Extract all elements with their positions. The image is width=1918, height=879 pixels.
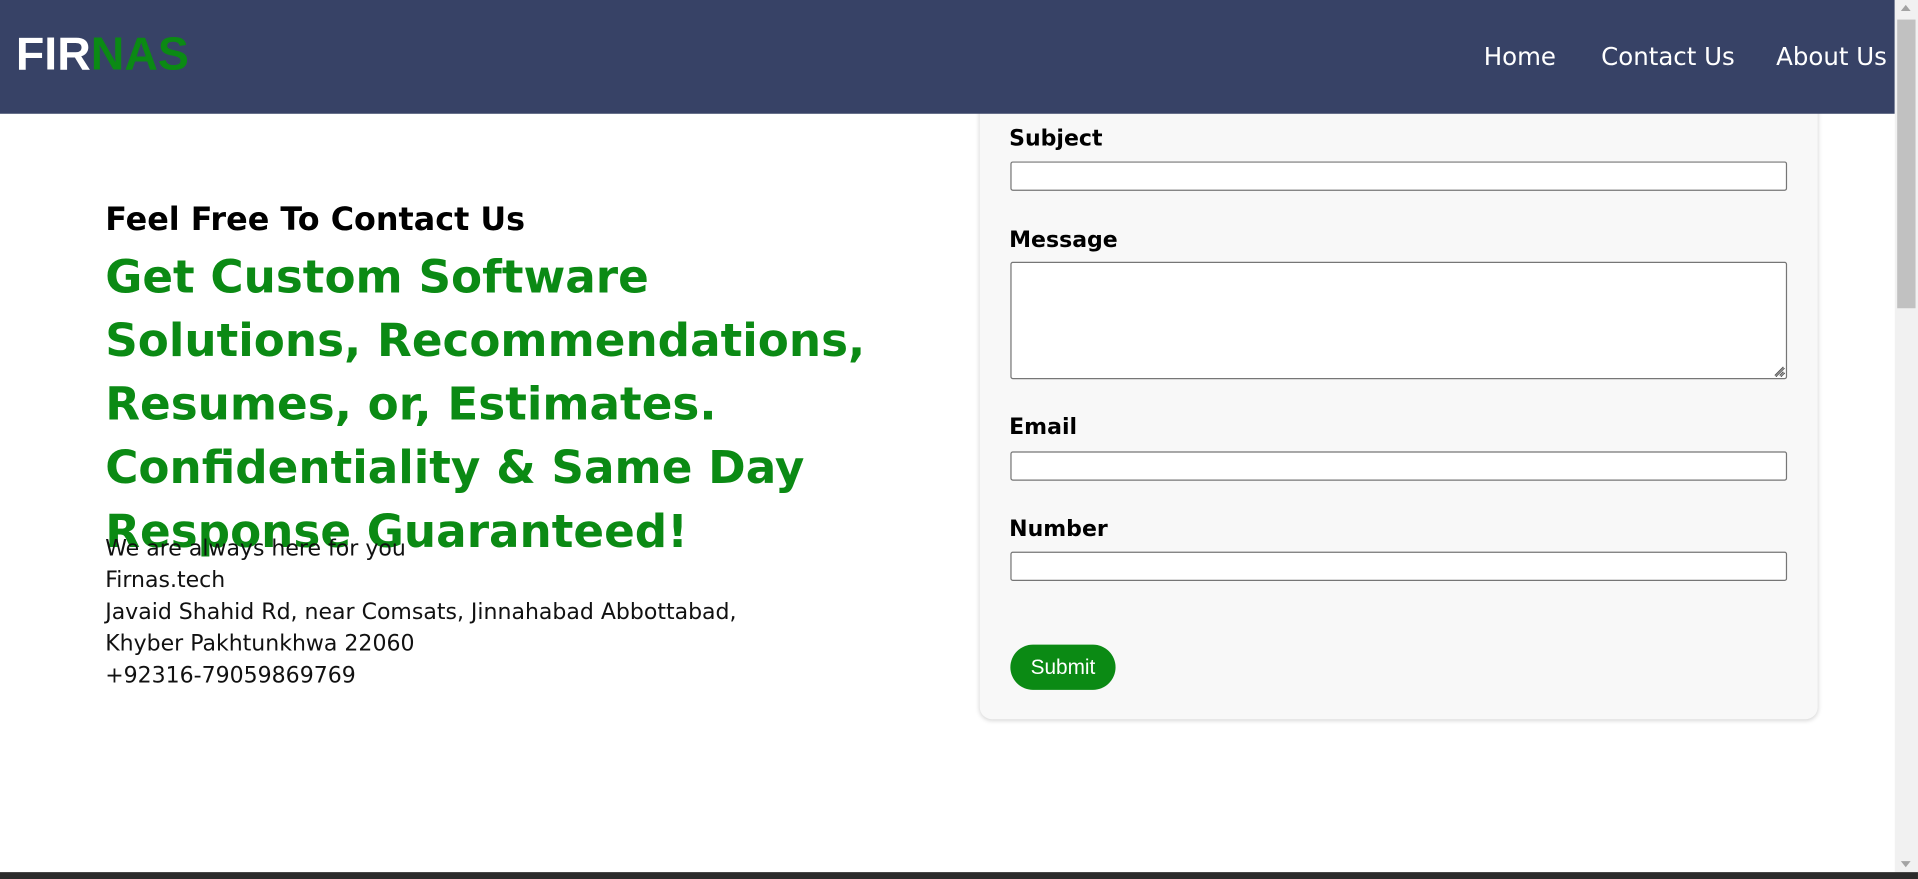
contact-tagline: Feel Free To Contact Us [105,201,526,239]
info-line: Firnas.tech [105,567,226,594]
bottom-edge-strip [0,872,1918,879]
contact-headline: Get Custom Software Solutions, Recommend… [105,250,866,558]
nav-about-us-link[interactable]: About Us [1776,40,1887,72]
vertical-scrollbar[interactable] [1894,0,1918,873]
number-label: Number [1009,516,1108,542]
info-line: Khyber Pakhtunkhwa 22060 [105,631,415,657]
info-line: Javaid Shahid Rd, near Comsats, Jinnahab… [105,599,737,626]
scroll-up-arrow-icon[interactable] [1900,4,1911,12]
nav-contact-us-link[interactable]: Contact Us [1601,40,1735,72]
info-line: +92316-79059869769 [105,662,356,689]
scroll-down-arrow-icon[interactable] [1900,861,1911,868]
email-label: Email [1009,414,1078,441]
logo-text-nas: NAS [90,29,189,81]
page-viewport: FIRNAS Home Contact Us About Us Feel Fre… [0,0,1918,879]
email-input[interactable] [1010,451,1788,481]
subject-label: Subject [1009,125,1103,152]
submit-button[interactable]: Submit [1010,644,1116,690]
brand-logo[interactable]: FIRNAS [16,31,189,80]
nav-home-link[interactable]: Home [1484,40,1556,72]
message-label: Message [1009,227,1118,254]
number-input[interactable] [1010,551,1788,582]
top-navbar: FIRNAS Home Contact Us About Us [0,0,1895,114]
scrollbar-thumb[interactable] [1897,19,1916,309]
logo-text-fir: FIR [15,29,91,81]
info-line: We are always here for you [105,535,406,562]
message-textarea[interactable] [1010,261,1788,380]
contact-info: We are always here for you Firnas.tech J… [105,533,736,692]
subject-input[interactable] [1010,161,1788,191]
